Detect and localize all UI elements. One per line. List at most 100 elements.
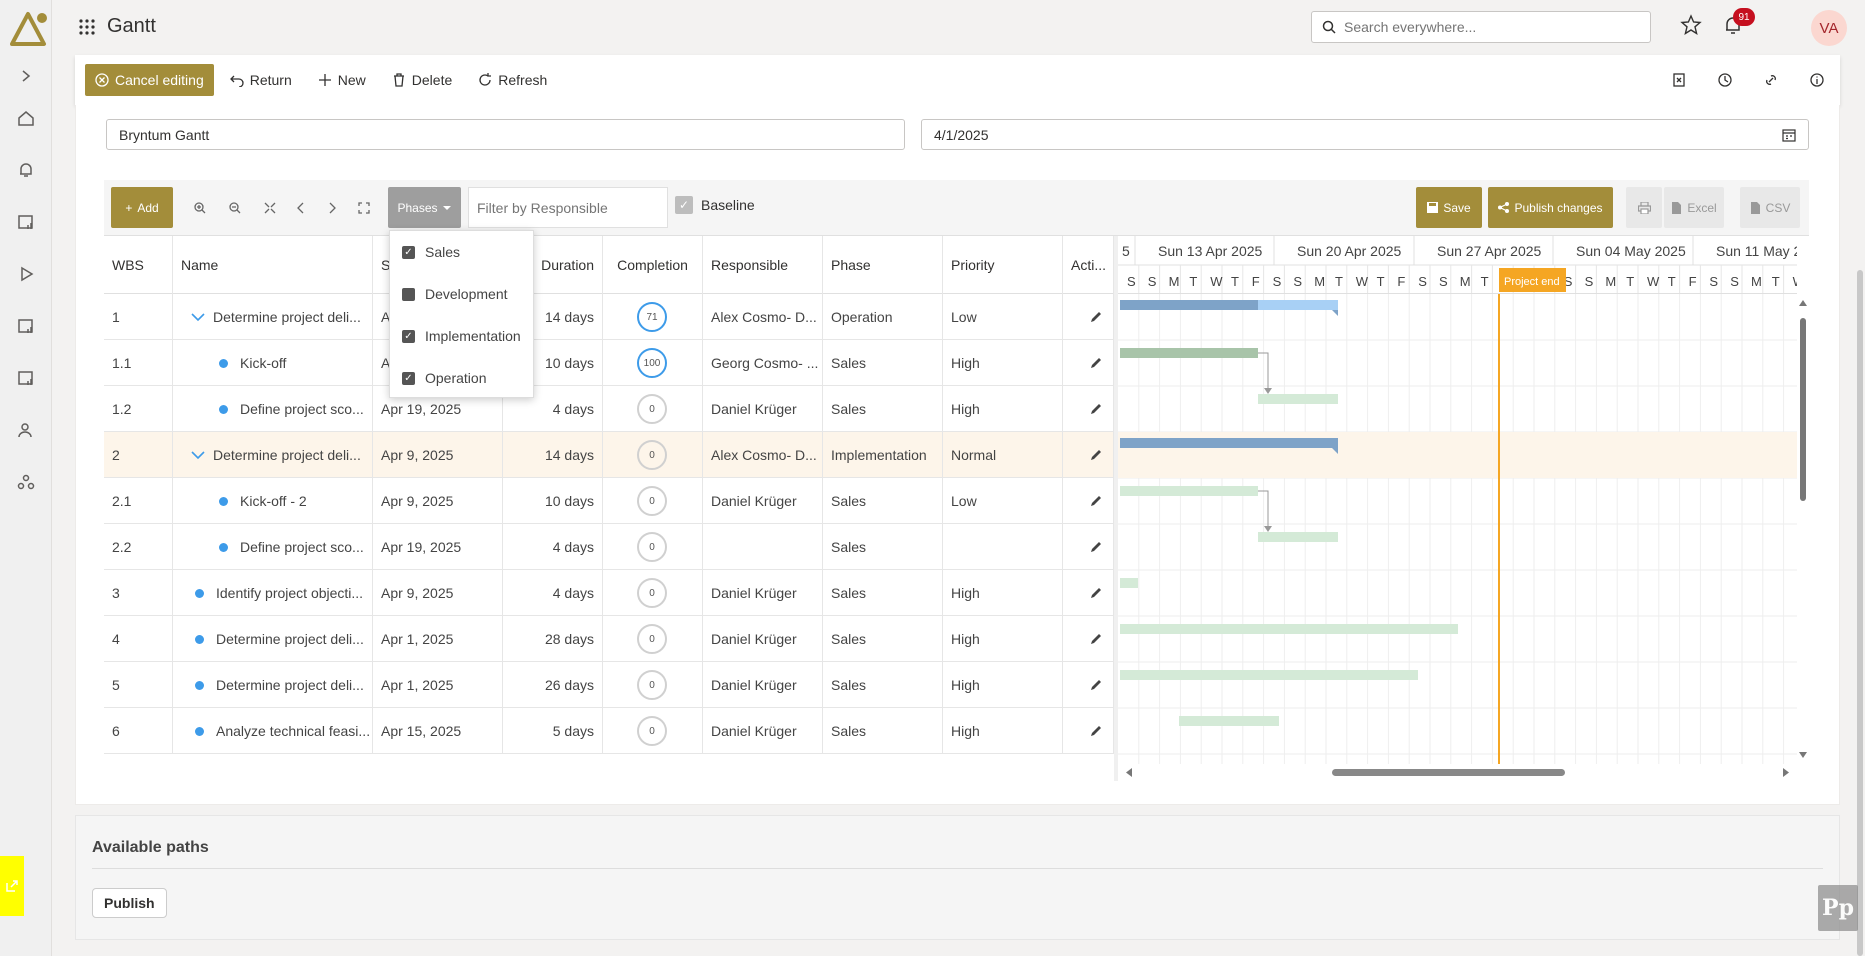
task-name: Define project sco... [240,401,364,417]
baseline-checkbox[interactable]: ✓ [675,196,693,214]
phase-checkbox[interactable] [402,287,415,301]
excel-export-icon[interactable] [1656,72,1702,88]
edit-pencil-icon[interactable] [1089,310,1103,324]
task-row[interactable]: 2.2 Define project sco... Apr 19, 2025 4 da… [104,524,1114,570]
phase-checkbox[interactable]: ✓ [402,245,415,259]
baseline-toggle[interactable]: ✓ Baseline [675,196,755,214]
column-header-completion[interactable]: Completion [603,236,703,294]
save-button[interactable]: Save [1416,187,1482,228]
task-row[interactable]: 2.1 Kick-off - 2 Apr 9, 2025 10 days 0 Daniel… [104,478,1114,524]
zoom-to-fit-icon[interactable] [256,187,284,228]
report-3-icon[interactable] [14,366,38,390]
return-button[interactable]: Return [220,63,302,97]
csv-button[interactable]: CSV [1740,187,1800,228]
report-2-icon[interactable] [14,314,38,338]
zoom-out-icon[interactable] [221,187,249,228]
task-bar[interactable] [1258,532,1338,542]
edit-pencil-icon[interactable] [1089,494,1103,508]
excel-button[interactable]: Excel [1664,187,1724,228]
collapse-chevron-icon[interactable] [191,450,205,460]
previous-chevron-icon[interactable] [287,187,315,228]
column-header-wbs[interactable]: WBS [104,236,173,294]
publish-changes-button[interactable]: Publish changes [1488,187,1613,228]
task-bar[interactable] [1120,578,1138,588]
home-icon[interactable] [14,106,38,130]
task-row[interactable]: 4 Determine project deli... Apr 1, 2025 28 … [104,616,1114,662]
edit-pencil-icon[interactable] [1089,632,1103,646]
start-date-field[interactable]: 4/1/2025 [921,119,1809,150]
column-header-phase[interactable]: Phase [823,236,943,294]
responsible-filter-input[interactable] [477,199,657,216]
column-header-name[interactable]: Name [173,236,373,294]
user-avatar[interactable]: VA [1811,10,1847,46]
task-bar[interactable] [1120,486,1258,496]
timeline-horizontal-scrollbar[interactable] [1118,764,1797,781]
project-end-marker[interactable]: Project end [1499,268,1566,292]
task-row[interactable]: 6 Analyze technical feasi... Apr 15, 2025 5… [104,708,1114,754]
publish-button[interactable]: Publish [92,888,167,918]
calendar-icon[interactable] [1782,128,1796,142]
users-icon[interactable] [14,418,38,442]
phase-option-implementation[interactable]: ✓ Implementation [390,315,533,357]
edit-pencil-icon[interactable] [1089,402,1103,416]
cancel-editing-button[interactable]: Cancel editing [85,64,214,96]
history-icon[interactable] [1702,72,1748,88]
task-row[interactable]: 3 Identify project objecti... Apr 9, 2025 4… [104,570,1114,616]
task-bar[interactable] [1120,670,1418,680]
zoom-in-icon[interactable] [186,187,214,228]
expand-chevron-icon[interactable] [14,64,38,88]
column-header-priority[interactable]: Priority [943,236,1063,294]
page-scrollbar[interactable] [1857,270,1863,956]
delete-button[interactable]: Delete [382,63,462,97]
task-row[interactable]: 2 Determine project deli... Apr 9, 2025 14 … [104,432,1114,478]
play-icon[interactable] [14,262,38,286]
next-chevron-icon[interactable] [318,187,346,228]
task-bar[interactable] [1179,716,1279,726]
phase-option-operation[interactable]: ✓ Operation [390,357,533,399]
collapse-chevron-icon[interactable] [191,312,205,322]
task-name-cell: Determine project deli... [173,662,373,708]
external-link-icon[interactable] [0,856,24,916]
phase-checkbox[interactable]: ✓ [402,329,415,343]
action-cell [1063,386,1114,432]
edit-pencil-icon[interactable] [1089,724,1103,738]
phases-dropdown-button[interactable]: Phases [388,187,461,228]
task-row[interactable]: 1.1 Kick-off A 10 days 100 Georg Cosmo- ... Sa… [104,340,1114,386]
app-launcher-icon[interactable] [78,18,96,39]
phase-option-sales[interactable]: ✓ Sales [390,231,533,273]
edit-pencil-icon[interactable] [1089,586,1103,600]
edit-pencil-icon[interactable] [1089,540,1103,554]
org-icon[interactable] [14,470,38,494]
phase-checkbox[interactable]: ✓ [402,371,415,385]
phase-option-development[interactable]: Development [390,273,533,315]
fullscreen-icon[interactable] [350,187,378,228]
app-logo-icon[interactable] [6,6,50,50]
responsible-filter[interactable] [468,187,668,228]
task-bar[interactable] [1120,348,1258,358]
edit-pencil-icon[interactable] [1089,678,1103,692]
task-row[interactable]: 5 Determine project deli... Apr 1, 2025 26 … [104,662,1114,708]
column-header-actions[interactable]: Acti... [1063,236,1114,294]
timeline-vertical-scrollbar[interactable] [1797,294,1809,764]
task-bar[interactable] [1120,438,1338,448]
print-icon[interactable] [1626,187,1662,228]
edit-pencil-icon[interactable] [1089,356,1103,370]
link-icon[interactable] [1748,72,1794,88]
edit-pencil-icon[interactable] [1089,448,1103,462]
name-field[interactable]: Bryntum Gantt [106,119,905,150]
task-bar[interactable] [1258,394,1338,404]
refresh-button[interactable]: Refresh [468,63,557,97]
info-icon[interactable] [1794,72,1840,88]
report-icon[interactable] [14,210,38,234]
task-row[interactable]: 1.2 Define project sco... Apr 19, 2025 4 da… [104,386,1114,432]
column-header-responsible[interactable]: Responsible [703,236,823,294]
task-row[interactable]: 1 Determine project deli... A 14 days 71 Alex… [104,294,1114,340]
task-bar[interactable] [1120,624,1458,634]
search-input[interactable] [1344,19,1624,35]
favorite-star-icon[interactable] [1680,14,1702,39]
assistant-logo-icon[interactable]: Pp [1818,885,1858,931]
add-task-button[interactable]: + Add [111,187,173,228]
new-button[interactable]: New [308,63,376,97]
bell-nav-icon[interactable] [14,158,38,182]
global-search[interactable] [1311,11,1651,43]
